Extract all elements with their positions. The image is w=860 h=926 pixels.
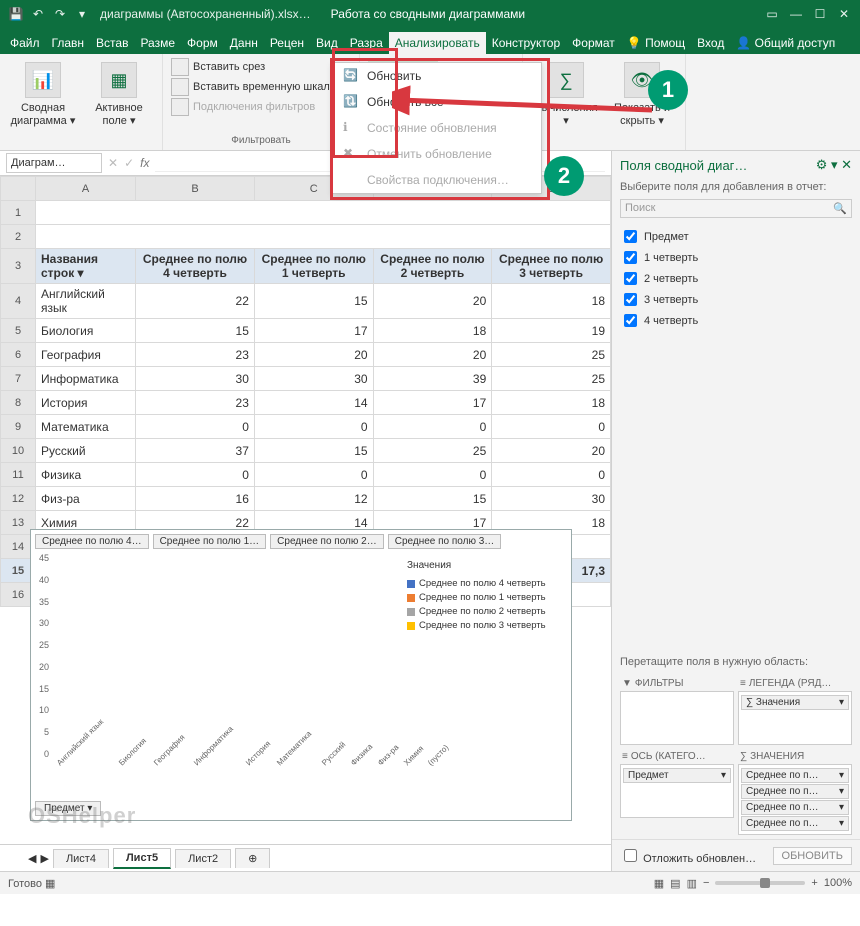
- redo-icon[interactable]: ↷: [52, 6, 68, 22]
- pivot-chart[interactable]: Среднее по полю 4…Среднее по полю 1…Сред…: [30, 529, 572, 821]
- tab-review[interactable]: Рецен: [264, 32, 310, 54]
- name-box[interactable]: Диаграм…: [6, 153, 102, 173]
- maximize-icon[interactable]: ☐: [812, 6, 828, 22]
- refresh-icon: 🔄: [343, 68, 359, 84]
- tab-insert[interactable]: Встав: [90, 32, 134, 54]
- tab-design[interactable]: Конструктор: [486, 32, 566, 54]
- enter-formula-icon[interactable]: ✓: [124, 156, 134, 170]
- undo-icon[interactable]: ↶: [30, 6, 46, 22]
- pane-settings-icon[interactable]: ⚙ ▾ ✕: [816, 157, 852, 173]
- insert-timeline-button[interactable]: Вставить временную шкалу: [171, 78, 351, 96]
- sheet-nav-prev[interactable]: ◀: [28, 852, 36, 865]
- zone-axis[interactable]: Предмет▾: [620, 764, 734, 818]
- tab-file[interactable]: Файл: [4, 32, 46, 54]
- filter-group-label: Фильтровать: [171, 133, 351, 148]
- active-field-button[interactable]: ▦Активное поле ▾: [84, 58, 154, 128]
- watermark: OSHelper: [28, 803, 136, 829]
- sheet-tab[interactable]: Лист4: [53, 849, 109, 868]
- pane-subtitle: Выберите поля для добавления в отчет:: [612, 179, 860, 195]
- zoom-in-icon[interactable]: +: [811, 877, 817, 889]
- menu-connection-properties: Свойства подключения…: [333, 167, 541, 193]
- chart-value-field-button[interactable]: Среднее по полю 3…: [388, 534, 502, 549]
- zone-item[interactable]: Среднее по п…▾: [741, 768, 849, 783]
- chart-value-field-button[interactable]: Среднее по полю 1…: [153, 534, 267, 549]
- tab-analyze[interactable]: Анализировать: [389, 32, 486, 54]
- sheet-tab-active[interactable]: Лист5: [113, 848, 171, 869]
- legend-title: Значения: [407, 559, 567, 573]
- search-icon: 🔍: [833, 202, 847, 215]
- save-icon[interactable]: 💾: [8, 6, 24, 22]
- chart-value-field-button[interactable]: Среднее по полю 2…: [270, 534, 384, 549]
- filter-connections-button[interactable]: Подключения фильтров: [171, 98, 351, 116]
- tab-signin[interactable]: Вход: [691, 32, 730, 54]
- pane-title: Поля сводной диаг…: [620, 158, 747, 173]
- menu-cancel-refresh: ✖Отменить обновление: [333, 141, 541, 167]
- zone-filters[interactable]: [620, 691, 734, 745]
- fx-icon[interactable]: fx: [140, 156, 149, 170]
- ribbon-options-icon[interactable]: ▭: [764, 6, 780, 22]
- callout-badge-2: 2: [544, 156, 584, 196]
- info-icon: ℹ: [343, 120, 359, 136]
- pivot-chart-button[interactable]: 📊Сводная диаграмма ▾: [8, 58, 78, 128]
- document-title: диаграммы (Автосохраненный).xlsx…: [100, 7, 311, 21]
- refresh-all-icon: 🔃: [343, 94, 359, 110]
- tab-tellme[interactable]: 💡 Помощ: [621, 32, 691, 54]
- qat-dropdown-icon[interactable]: ▾: [74, 6, 90, 22]
- zone-item[interactable]: Среднее по п…▾: [741, 800, 849, 815]
- field-checkbox[interactable]: 1 четверть: [620, 247, 852, 268]
- zone-legend[interactable]: ∑ Значения▾: [738, 691, 852, 745]
- defer-update-checkbox[interactable]: Отложить обновлен…: [620, 846, 756, 865]
- view-normal-icon[interactable]: ▦: [654, 877, 664, 890]
- pivot-field-pane: Поля сводной диаг… ⚙ ▾ ✕ Выберите поля дл…: [612, 151, 860, 871]
- zone-item[interactable]: Среднее по п…▾: [741, 784, 849, 799]
- field-checkbox[interactable]: 2 четверть: [620, 268, 852, 289]
- update-button[interactable]: ОБНОВИТЬ: [773, 847, 852, 865]
- tab-format[interactable]: Формат: [566, 32, 621, 54]
- zone-values-header: ∑ ЗНАЧЕНИЯ: [738, 749, 852, 764]
- status-ready: Готово: [8, 878, 42, 890]
- field-checkbox[interactable]: 3 четверть: [620, 289, 852, 310]
- field-checkbox[interactable]: 4 четверть: [620, 310, 852, 331]
- view-pagebreak-icon[interactable]: ▥: [687, 877, 697, 890]
- tab-layout[interactable]: Разме: [134, 32, 181, 54]
- close-icon[interactable]: ✕: [836, 6, 852, 22]
- zoom-level[interactable]: 100%: [824, 877, 852, 889]
- cancel-icon: ✖: [343, 146, 359, 162]
- minimize-icon[interactable]: —: [788, 6, 804, 22]
- tab-share[interactable]: 👤 Общий доступ: [730, 32, 841, 54]
- field-search-input[interactable]: Поиск🔍: [620, 199, 852, 218]
- chart-value-field-button[interactable]: Среднее по полю 4…: [35, 534, 149, 549]
- zone-item[interactable]: Предмет▾: [623, 768, 731, 783]
- drag-instructions: Перетащите поля в нужную область:: [612, 652, 860, 672]
- tab-data[interactable]: Данн: [224, 32, 264, 54]
- macro-record-icon[interactable]: ▦: [45, 878, 55, 890]
- zone-item[interactable]: Среднее по п…▾: [741, 816, 849, 831]
- tab-view[interactable]: Вид: [310, 32, 344, 54]
- zone-item[interactable]: ∑ Значения▾: [741, 695, 849, 710]
- zone-axis-header: ≡ ОСЬ (КАТЕГО…: [620, 749, 734, 764]
- callout-badge-1: 1: [648, 70, 688, 110]
- zone-values[interactable]: Среднее по п…▾Среднее по п…▾Среднее по п…: [738, 764, 852, 835]
- new-sheet-button[interactable]: ⊕: [235, 848, 270, 868]
- zoom-out-icon[interactable]: −: [703, 877, 709, 889]
- field-checkbox[interactable]: Предмет: [620, 226, 852, 247]
- sheet-nav-next[interactable]: ▶: [40, 852, 48, 865]
- zoom-slider[interactable]: [715, 881, 805, 885]
- tab-developer[interactable]: Разра: [344, 32, 389, 54]
- contextual-tab-title: Работа со сводными диаграммами: [321, 5, 536, 23]
- sheet-tab[interactable]: Лист2: [175, 849, 231, 868]
- insert-slicer-button[interactable]: Вставить срез: [171, 58, 351, 76]
- cancel-formula-icon[interactable]: ✕: [108, 156, 118, 170]
- zone-legend-header: ≡ ЛЕГЕНДА (РЯД…: [738, 676, 852, 691]
- view-pagelayout-icon[interactable]: ▤: [670, 877, 680, 890]
- tab-home[interactable]: Главн: [46, 32, 91, 54]
- tab-formulas[interactable]: Форм: [181, 32, 224, 54]
- zone-filters-header: ▼ ФИЛЬТРЫ: [620, 676, 734, 691]
